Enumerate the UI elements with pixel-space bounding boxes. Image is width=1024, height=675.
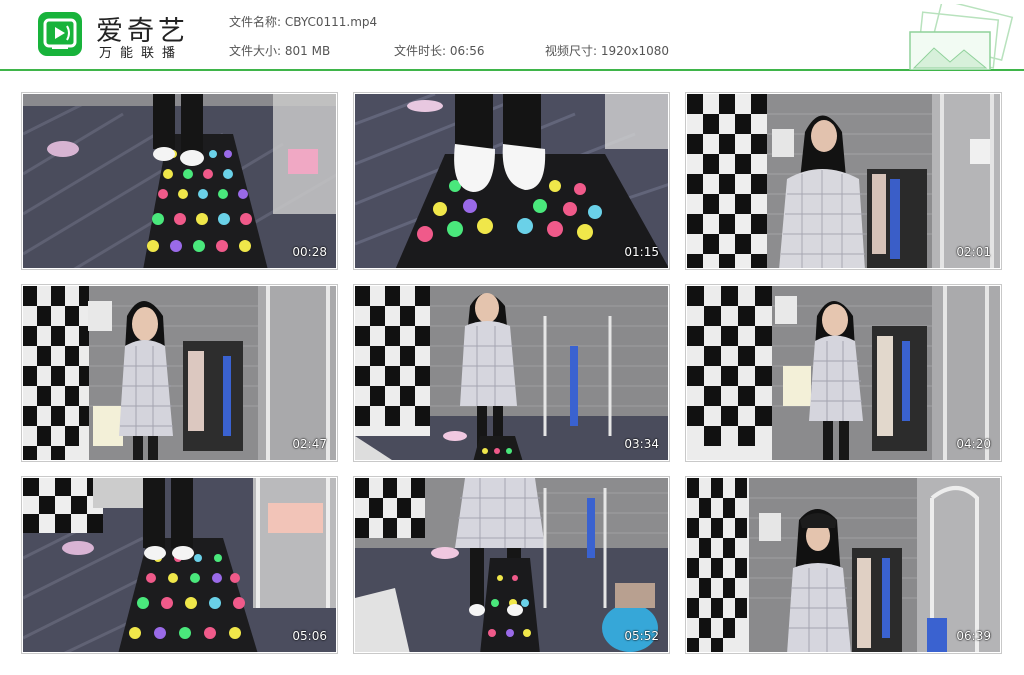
iqiyi-tv-icon bbox=[38, 12, 82, 56]
header: 爱奇艺 万能联播 文件名称: CBYC0111.mp4 文件大小: 801 MB… bbox=[0, 0, 1024, 71]
thumbnail-9[interactable]: 06:39 bbox=[685, 476, 1002, 654]
timestamp: 01:15 bbox=[624, 245, 659, 259]
thumbnail-image bbox=[23, 478, 336, 652]
thumbnail-image bbox=[687, 94, 1000, 268]
duration-value: 06:56 bbox=[449, 44, 485, 58]
file-name-row: 文件名称: CBYC0111.mp4 bbox=[229, 13, 377, 30]
resolution-value: 1920x1080 bbox=[600, 44, 670, 58]
thumbnail-4[interactable]: 02:47 bbox=[21, 284, 338, 462]
thumbnail-image bbox=[23, 286, 336, 460]
timestamp: 02:01 bbox=[956, 245, 991, 259]
timestamp: 05:52 bbox=[624, 629, 659, 643]
brand-subtitle: 万能联播 bbox=[99, 46, 184, 61]
thumbnail-2[interactable]: 01:15 bbox=[353, 92, 670, 270]
thumbnail-image bbox=[355, 478, 668, 652]
thumbnail-sheet: 爱奇艺 万能联播 文件名称: CBYC0111.mp4 文件大小: 801 MB… bbox=[0, 0, 1024, 675]
thumbnail-7[interactable]: 05:06 bbox=[21, 476, 338, 654]
thumbnail-3[interactable]: 02:01 bbox=[685, 92, 1002, 270]
file-name-value: CBYC0111.mp4 bbox=[284, 15, 378, 29]
duration-label: 文件时长: bbox=[394, 44, 447, 58]
stacked-photos-icon bbox=[906, 0, 1014, 71]
file-size-row: 文件大小: 801 MB bbox=[229, 42, 330, 59]
file-name-label: 文件名称: bbox=[229, 15, 282, 29]
resolution-row: 视频尺寸: 1920x1080 bbox=[545, 42, 669, 59]
thumbnail-5[interactable]: 03:34 bbox=[353, 284, 670, 462]
thumbnail-image bbox=[687, 478, 1000, 652]
thumbnail-image bbox=[355, 286, 668, 460]
timestamp: 02:47 bbox=[292, 437, 327, 451]
file-size-value: 801 MB bbox=[284, 44, 331, 58]
thumbnail-1[interactable]: 00:28 bbox=[21, 92, 338, 270]
thumbnail-8[interactable]: 05:52 bbox=[353, 476, 670, 654]
timestamp: 06:39 bbox=[956, 629, 991, 643]
thumbnail-6[interactable]: 04:20 bbox=[685, 284, 1002, 462]
thumbnail-image bbox=[355, 94, 668, 268]
duration-row: 文件时长: 06:56 bbox=[394, 42, 484, 59]
timestamp: 03:34 bbox=[624, 437, 659, 451]
file-size-label: 文件大小: bbox=[229, 44, 282, 58]
resolution-label: 视频尺寸: bbox=[545, 44, 598, 58]
timestamp: 05:06 bbox=[292, 629, 327, 643]
thumbnail-image bbox=[23, 94, 336, 268]
timestamp: 00:28 bbox=[292, 245, 327, 259]
timestamp: 04:20 bbox=[956, 437, 991, 451]
thumbnail-image bbox=[687, 286, 1000, 460]
